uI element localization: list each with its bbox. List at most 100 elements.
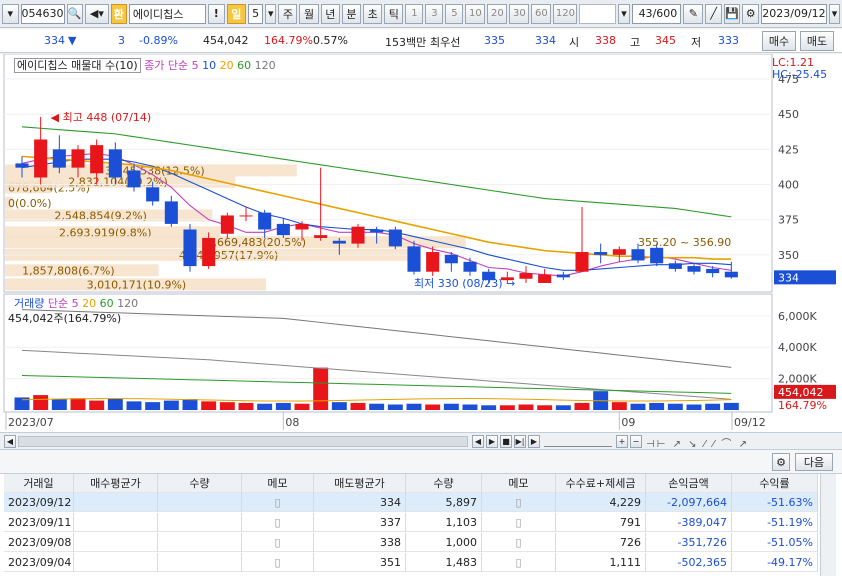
stock-code-input[interactable]: 054630 (20, 3, 65, 24)
volume-pane-title[interactable]: 거래량 (14, 297, 44, 310)
interval-button-20[interactable]: 20 (487, 3, 508, 24)
best-bid: 334 (535, 34, 556, 47)
cell-date: 2023/09/12 (4, 493, 74, 512)
cell-date: 2023/09/04 (4, 553, 74, 572)
period-tab-year[interactable]: 년 (320, 3, 340, 24)
interval-button-60[interactable]: 60 (531, 3, 552, 24)
col-header-sell-qty[interactable]: 수량 (406, 474, 482, 493)
memo-icon[interactable]: ▯ (242, 533, 314, 552)
cell-sell-qty: 5,897 (406, 493, 482, 512)
cell-date: 2023/09/08 (4, 533, 74, 552)
buy-button[interactable]: 매수 (762, 31, 796, 51)
table-row[interactable]: 2023/09/08 ▯ 338 1,000 ▯ 726 -351,726 -51.05% (4, 533, 818, 552)
cell-buy-qty (158, 513, 242, 532)
alert-button[interactable]: ! (207, 3, 225, 24)
chevron-down-icon[interactable]: ▾ (265, 3, 277, 24)
date-input[interactable]: 2023/09/12 (760, 3, 827, 24)
interval-button-120[interactable]: 120 (553, 3, 578, 24)
scroll-next-icon[interactable]: ▶ (486, 435, 498, 448)
volume-bar (145, 402, 161, 410)
scroll-prev-icon[interactable]: ◀ (472, 435, 484, 448)
chart-area[interactable]: 678,664(2.5%) 0(0.0%) 2,832,104(10.2%) 3,44… (0, 54, 842, 432)
drawing-tools-icon[interactable]: ⊣⊢ ↗ ↘ ⁄ ⁄ ⌒ ↗ (646, 435, 749, 450)
period-value-input[interactable]: 5 (247, 3, 264, 24)
speaker-icon[interactable]: ◀▾ (85, 3, 109, 24)
interval-button-3[interactable]: 3 (425, 3, 444, 24)
volume-profile-label: 1,857,808(6.7%) (22, 264, 115, 277)
col-header-sell-memo[interactable]: 메모 (482, 474, 556, 493)
period-tab-second[interactable]: 초 (363, 3, 383, 24)
candle-body (388, 229, 402, 247)
volume-bar (51, 399, 67, 410)
memo-icon[interactable]: ▯ (482, 513, 556, 532)
candle-body (687, 266, 701, 272)
volume-tick-label: 2,000K (778, 373, 817, 386)
stock-name-field[interactable]: 에이디칩스 (128, 3, 206, 24)
grid-settings-gear-icon[interactable]: ⚙ (772, 453, 790, 471)
next-button[interactable]: 다음 (795, 453, 833, 471)
table-row[interactable]: 2023/09/12 ▯ 334 5,897 ▯ 4,229 -2,097,664 -51.6… (4, 493, 818, 512)
col-header-fee[interactable]: 수수료+제세금 (556, 474, 646, 493)
interval-button-10[interactable]: 10 (465, 3, 486, 24)
bar-count-field[interactable]: 43/600 (631, 3, 682, 24)
memo-icon[interactable]: ▯ (242, 553, 314, 572)
interval-custom-input[interactable] (579, 3, 617, 24)
candlestick-chart[interactable]: 678,664(2.5%)0(0.0%)2,832,104(10.2%)3,44… (0, 54, 842, 432)
period-tab-minute[interactable]: 분 (341, 3, 362, 24)
period-tab-week[interactable]: 주 (278, 3, 298, 24)
price-tick-label: 425 (778, 143, 799, 156)
draw-tool-icon[interactable]: ✎ (683, 3, 704, 24)
chart-scrollbar[interactable] (18, 436, 468, 447)
change-down-icon: ▼ (68, 34, 77, 47)
period-tab-month[interactable]: 월 (299, 3, 319, 24)
price-ma-60: 60 (237, 59, 252, 72)
period-tab-tick[interactable]: 틱 (384, 3, 404, 24)
volume-bar (238, 402, 254, 410)
calendar-dropdown-icon[interactable]: ▾ (828, 3, 841, 24)
chevron-down-icon[interactable]: ▾ (618, 3, 630, 24)
memo-icon[interactable]: ▯ (242, 513, 314, 532)
price-ma-20: 20 (219, 59, 234, 72)
exchange-badge[interactable]: 환 (110, 3, 127, 24)
x-axis-label: 2023/07 (8, 416, 54, 429)
zoom-in-icon[interactable]: + (616, 435, 628, 448)
stock-search-icon[interactable]: ▾ (2, 3, 19, 24)
zoom-out-icon[interactable]: − (630, 435, 642, 448)
memo-icon[interactable]: ▯ (482, 553, 556, 572)
memo-icon[interactable]: ▯ (482, 533, 556, 552)
col-header-return[interactable]: 수익률 (732, 474, 818, 493)
scroll-stop-icon[interactable]: ■ (500, 435, 512, 448)
trade-history-table: 거래일 매수평균가 수량 메모 매도평균가 수량 메모 수수료+제세금 손익금액… (0, 474, 842, 576)
memo-icon[interactable]: ▯ (242, 493, 314, 512)
save-disk-icon[interactable]: 💾 (723, 3, 741, 24)
col-header-buy-avg[interactable]: 매수평균가 (74, 474, 158, 493)
price-pane-title[interactable]: 에이디칩스 매물대 수(10) (14, 58, 141, 73)
col-header-sell-avg[interactable]: 매도평균가 (314, 474, 406, 493)
col-header-buy-memo[interactable]: 메모 (242, 474, 314, 493)
magnifier-icon[interactable]: 🔍 (66, 3, 84, 24)
scroll-left-icon[interactable]: ◀ (4, 435, 16, 448)
volume-bar (518, 404, 534, 410)
interval-button-30[interactable]: 30 (509, 3, 530, 24)
table-row[interactable]: 2023/09/11 ▯ 337 1,103 ▯ 791 -389,047 -51.19% (4, 513, 818, 532)
col-header-buy-qty[interactable]: 수량 (158, 474, 242, 493)
memo-icon[interactable]: ▯ (482, 493, 556, 512)
candle-body (71, 149, 85, 168)
period-day-tab[interactable]: 일 (226, 3, 246, 24)
scroll-end-icon[interactable]: ▶| (514, 435, 526, 448)
sell-button[interactable]: 매도 (800, 31, 834, 51)
settings-gear-icon[interactable]: ⚙ (742, 3, 759, 24)
high-price: 345 (655, 34, 676, 47)
table-row[interactable]: 2023/09/04 ▯ 351 1,483 ▯ 1,111 -502,365 -49.17% (4, 553, 818, 572)
table-scrollbar[interactable] (820, 474, 836, 576)
col-header-pnl[interactable]: 손익금액 (646, 474, 732, 493)
volume-bar (201, 401, 217, 410)
volume-current-label: 454,042주(164.79%) (8, 312, 122, 325)
interval-button-1[interactable]: 1 (405, 3, 424, 24)
col-header-date[interactable]: 거래일 (4, 474, 74, 493)
draw-line-icon[interactable]: ╱ (705, 3, 722, 24)
volume-bar (275, 402, 291, 410)
zoom-slider[interactable] (544, 436, 612, 447)
scroll-right-icon[interactable]: ▶ (528, 435, 540, 448)
interval-button-5[interactable]: 5 (445, 3, 464, 24)
